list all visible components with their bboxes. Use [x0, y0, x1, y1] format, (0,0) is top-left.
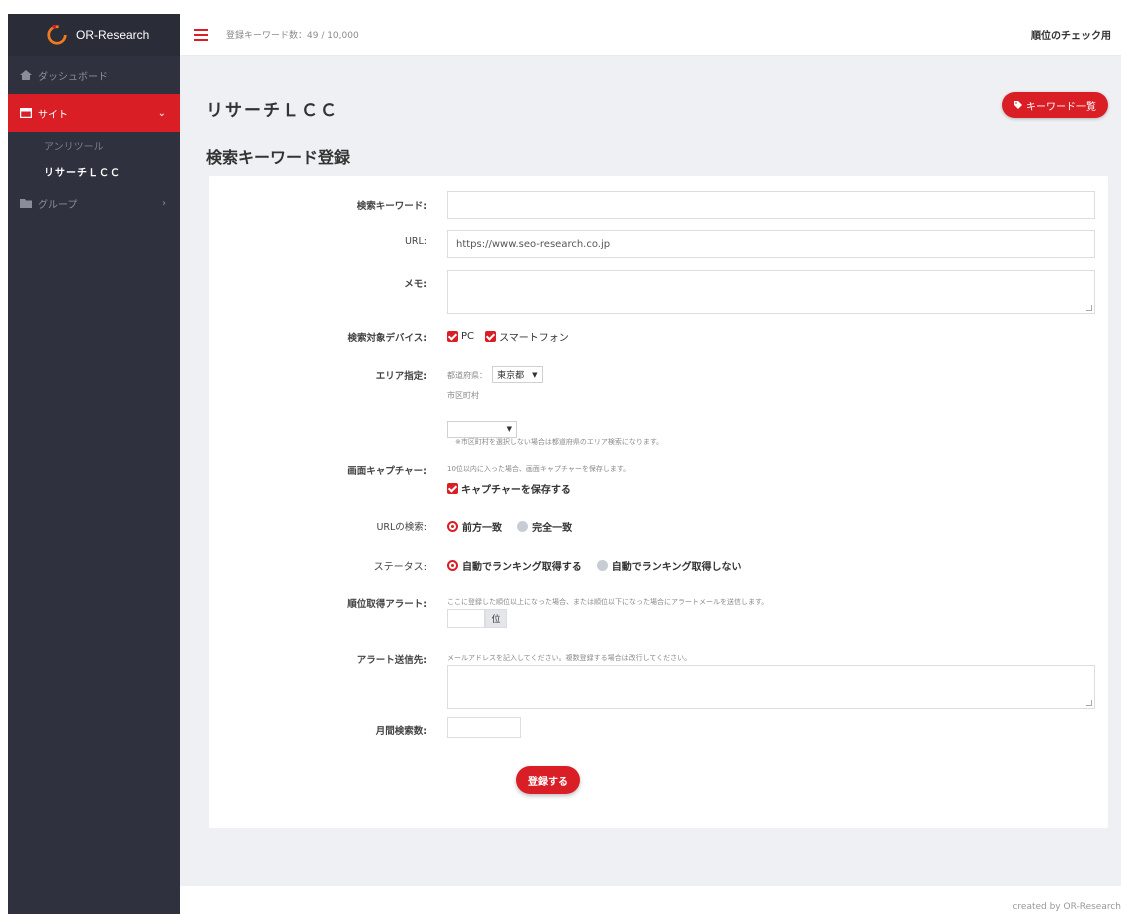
radio-selected-icon — [447, 521, 458, 532]
sidebar-subitem-anri[interactable]: アンリツール — [44, 132, 180, 158]
save-capture-label: キャプチャーを保存する — [461, 485, 571, 496]
register-button[interactable]: 登録する — [516, 766, 580, 794]
footer: created by OR-Research — [180, 886, 1121, 914]
sidebar-subnav: アンリツール リサーチＬＣＣ — [8, 132, 180, 184]
capture-note: 10位以内に入った場合、画面キャプチャーを保存します。 — [447, 465, 631, 473]
url-match-prefix-radio[interactable]: 前方一致 — [447, 519, 502, 534]
sidebar-item-group[interactable]: グループ › — [8, 184, 180, 222]
memo-label: メモ: — [404, 279, 427, 290]
checkbox-checked-icon — [447, 331, 458, 342]
city-select[interactable]: ▼ — [447, 420, 517, 438]
tag-icon — [1014, 101, 1022, 109]
area-prefecture-row: 都道府県： 東京都 ▼ — [447, 363, 543, 383]
url-match-prefix-label: 前方一致 — [462, 523, 502, 534]
sidebar-subitem-label: リサーチＬＣＣ — [44, 167, 121, 179]
keyword-input[interactable] — [447, 191, 1095, 219]
sidebar-item-label: グループ — [38, 199, 78, 211]
area-city-row: ▼ — [447, 414, 517, 438]
device-smartphone-checkbox[interactable]: スマートフォン — [485, 329, 569, 344]
checkbox-checked-icon — [447, 483, 458, 494]
brand-name: OR-Research — [76, 28, 150, 42]
capture-label: 画面キャプチャー: — [347, 466, 427, 477]
url-match-exact-label: 完全一致 — [532, 523, 573, 534]
alert-to-note: メールアドレスを記入してください。複数登録する場合は改行してください。 — [447, 654, 692, 662]
monthly-searches-input[interactable] — [447, 717, 521, 738]
status-auto-off-radio[interactable]: 自動でランキング取得しない — [596, 558, 742, 573]
status-auto-off-label: 自動でランキング取得しない — [611, 562, 742, 573]
city-label: 市区町村 — [447, 391, 479, 400]
section-title: 検索キーワード登録 — [206, 148, 351, 167]
radio-unselected-icon — [517, 521, 529, 532]
keyword-label: 検索キーワード: — [356, 201, 427, 212]
prefecture-value: 東京都 — [497, 371, 525, 381]
sidebar-item-dashboard[interactable]: ダッシュボード — [8, 56, 180, 94]
checkbox-checked-icon — [485, 331, 497, 342]
chevron-right-icon: › — [162, 197, 166, 209]
brand[interactable]: OR-Research — [8, 14, 180, 56]
dropdown-arrow-icon: ▼ — [532, 370, 538, 379]
sidebar-subitem-label: アンリツール — [44, 141, 104, 153]
page-title: リサーチＬＣＣ — [206, 101, 339, 121]
area-label: エリア指定: — [375, 371, 427, 382]
save-capture-checkbox[interactable]: キャプチャーを保存する — [447, 481, 571, 496]
device-smartphone-label: スマートフォン — [499, 333, 569, 344]
main-content: リサーチＬＣＣ キーワード一覧 検索キーワード登録 検索キーワード: URL: … — [180, 56, 1121, 886]
footer-credit: created by OR-Research — [1012, 902, 1121, 912]
url-match-options: 前方一致 完全一致 — [447, 517, 582, 536]
sidebar: OR-Research ダッシュボード サイト ⌄ アンリツール リサーチＬＣＣ… — [8, 14, 180, 914]
prefecture-label: 都道府県： — [447, 371, 487, 380]
keyword-list-button[interactable]: キーワード一覧 — [1002, 92, 1108, 118]
device-pc-checkbox[interactable]: PC — [447, 331, 474, 342]
prefecture-select[interactable]: 東京都 ▼ — [492, 366, 543, 383]
resize-handle[interactable] — [1086, 700, 1092, 706]
device-pc-label: PC — [461, 331, 475, 342]
sidebar-item-label: サイト — [38, 109, 68, 121]
sidebar-subitem-research-lcc[interactable]: リサーチＬＣＣ — [44, 158, 180, 184]
url-input[interactable]: https://www.seo-research.co.jp — [447, 230, 1095, 258]
rank-alert-note: ここに登録した順位以上になった場合、または順位以下になった場合にアラートメールを… — [447, 598, 769, 606]
device-options: PC スマートフォン — [447, 327, 575, 346]
url-match-exact-radio[interactable]: 完全一致 — [517, 519, 572, 534]
dropdown-arrow-icon: ▼ — [506, 425, 512, 433]
area-note: ※市区町村を選択しない場合は都道府県のエリア検索になります。 — [455, 438, 664, 446]
home-icon — [20, 70, 32, 80]
device-label: 検索対象デバイス: — [347, 333, 427, 344]
folder-icon — [20, 199, 32, 208]
rank-check-link[interactable]: 順位のチェック用 — [1031, 27, 1111, 42]
url-match-label: URLの検索: — [376, 522, 427, 533]
url-label: URL: — [404, 236, 427, 247]
rank-unit: 位 — [485, 609, 507, 628]
brand-logo-icon — [47, 24, 67, 45]
topbar: 登録キーワード数：49 / 10,000 順位のチェック用 — [180, 14, 1121, 56]
alert-to-label: アラート送信先: — [356, 655, 427, 666]
monthly-searches-label: 月間検索数: — [375, 726, 427, 737]
menu-toggle-icon[interactable] — [194, 28, 208, 41]
keyword-list-label: キーワード一覧 — [1026, 101, 1096, 113]
status-label: ステータス: — [373, 562, 427, 573]
status-auto-on-radio[interactable]: 自動でランキング取得する — [447, 558, 582, 573]
sidebar-item-label: ダッシュボード — [38, 71, 108, 83]
keyword-form: 検索キーワード: URL: https://www.seo-research.c… — [209, 176, 1108, 828]
radio-unselected-icon — [596, 560, 608, 571]
resize-handle[interactable] — [1086, 305, 1092, 311]
status-auto-on-label: 自動でランキング取得する — [462, 562, 582, 573]
rank-alert-label: 順位取得アラート: — [347, 599, 427, 610]
capture-option: キャプチャーを保存する — [447, 479, 577, 498]
alert-to-textarea[interactable] — [447, 665, 1095, 709]
window-icon — [20, 108, 32, 118]
sidebar-item-site[interactable]: サイト ⌄ — [8, 94, 180, 132]
chevron-down-icon: ⌄ — [157, 107, 166, 119]
keyword-count: 登録キーワード数：49 / 10,000 — [226, 31, 359, 41]
status-options: 自動でランキング取得する 自動でランキング取得しない — [447, 556, 752, 575]
rank-alert-input[interactable] — [447, 609, 485, 628]
memo-textarea[interactable] — [447, 270, 1095, 314]
radio-selected-icon — [447, 560, 458, 571]
